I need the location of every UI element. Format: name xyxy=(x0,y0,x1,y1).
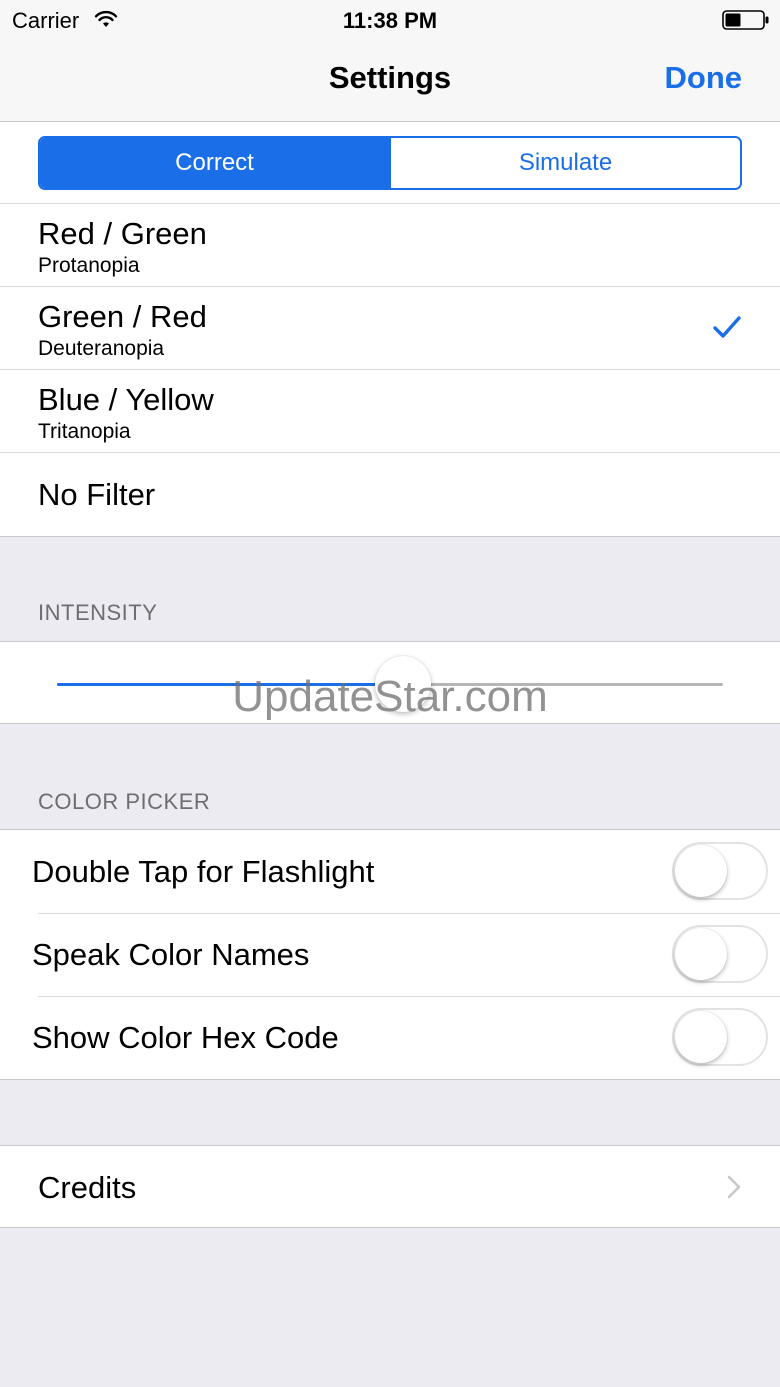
mode-segment-container: Correct Simulate xyxy=(0,122,780,204)
credits-row[interactable]: Credits xyxy=(0,1145,780,1228)
filter-subtitle: Protanopia xyxy=(38,254,140,277)
flashlight-toggle-switch[interactable] xyxy=(672,842,768,900)
toggle-label: Double Tap for Flashlight xyxy=(32,854,375,889)
toggle-label: Speak Color Names xyxy=(32,937,310,972)
battery-icon xyxy=(722,10,769,30)
filter-row-deuteranopia[interactable]: Green / Red Deuteranopia xyxy=(0,287,780,370)
color-picker-section-header: COLOR PICKER xyxy=(38,789,211,814)
filter-subtitle: Tritanopia xyxy=(38,420,131,443)
filter-title: Blue / Yellow xyxy=(38,382,214,417)
status-time: 11:38 PM xyxy=(342,8,438,33)
filter-row-protanopia[interactable]: Red / Green Protanopia xyxy=(0,204,780,287)
filter-row-no-filter[interactable]: No Filter xyxy=(0,453,780,536)
color-picker-toggle-list: Double Tap for Flashlight Speak Color Na… xyxy=(0,829,780,1080)
page-title: Settings xyxy=(328,60,452,95)
intensity-slider-cell xyxy=(0,641,780,724)
intensity-slider-thumb[interactable] xyxy=(375,656,432,712)
checkmark-icon xyxy=(713,316,741,338)
switch-knob xyxy=(675,928,727,980)
filter-title: No Filter xyxy=(38,477,156,512)
filter-title: Red / Green xyxy=(38,216,207,251)
filter-subtitle: Deuteranopia xyxy=(38,337,165,360)
done-button[interactable]: Done xyxy=(665,60,743,96)
toggle-label: Show Color Hex Code xyxy=(32,1020,339,1055)
switch-knob xyxy=(675,1011,727,1063)
intensity-section-header: INTENSITY xyxy=(38,600,158,625)
segment-simulate[interactable]: Simulate xyxy=(389,138,740,188)
segment-correct[interactable]: Correct xyxy=(40,138,389,188)
switch-knob xyxy=(675,845,727,897)
mode-segmented-control: Correct Simulate xyxy=(38,136,742,190)
filter-title: Green / Red xyxy=(38,299,207,334)
filter-list: Red / Green Protanopia Green / Red Deute… xyxy=(0,204,780,537)
filter-row-tritanopia[interactable]: Blue / Yellow Tritanopia xyxy=(0,370,780,453)
toggle-row-flashlight: Double Tap for Flashlight xyxy=(0,830,780,913)
show-hex-code-toggle-switch[interactable] xyxy=(672,1008,768,1066)
toggle-row-show-hex-code: Show Color Hex Code xyxy=(0,996,780,1079)
toggle-row-speak-color-names: Speak Color Names xyxy=(0,913,780,996)
slider-track-fill xyxy=(57,683,404,686)
status-bar: Carrier 11:38 PM xyxy=(0,0,780,40)
navigation-bar: Settings Done xyxy=(0,40,780,122)
speak-color-names-toggle-switch[interactable] xyxy=(672,925,768,983)
chevron-right-icon xyxy=(727,1175,741,1199)
credits-label: Credits xyxy=(38,1170,137,1205)
